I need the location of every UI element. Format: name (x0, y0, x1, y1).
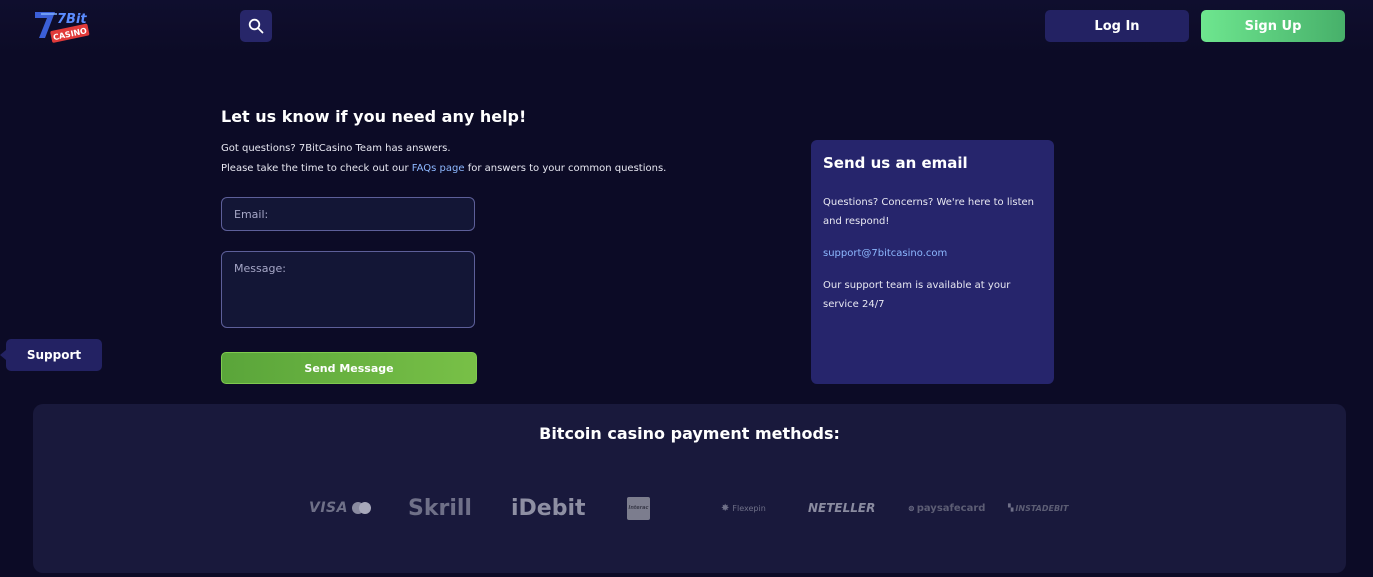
help-faq-suffix: for answers to your common questions. (464, 163, 667, 174)
help-heading: Let us know if you need any help! (221, 107, 527, 126)
email-field[interactable] (221, 197, 475, 231)
visa-logo-text: VISA (309, 500, 348, 516)
help-intro-text: Got questions? 7BitCasino Team has answe… (221, 143, 451, 154)
email-card-title: Send us an email (823, 154, 968, 172)
mastercard-circles-icon (351, 502, 371, 514)
flexepin-logo-text: Flexepin (732, 503, 766, 513)
skrill-logo-text: Skrill (408, 495, 472, 521)
email-contact-card: Send us an email Questions? Concerns? We… (811, 140, 1054, 384)
flexepin-icon: ✸ Flexepin (721, 502, 766, 514)
instadebit-icon: ▚ INSTADEBIT (1008, 503, 1069, 513)
interac-icon: Interac (627, 494, 650, 522)
email-card-availability: Our support team is available at your se… (823, 280, 1011, 310)
login-button[interactable]: Log In (1045, 10, 1189, 42)
help-faq-text: Please take the time to check out our FA… (221, 163, 666, 174)
faq-page-link[interactable]: FAQs page (412, 163, 465, 174)
payment-methods-section: Bitcoin casino payment methods: VISA Skr… (33, 404, 1346, 573)
search-button[interactable] (240, 10, 272, 42)
top-navigation-bar: 7Bit CASINO Log In Sign Up (0, 0, 1373, 54)
7bit-casino-logo-icon: 7Bit CASINO (35, 12, 90, 43)
support-tab-label: Support (26, 348, 82, 362)
visa-mastercard-icon: VISA (309, 494, 373, 522)
paysafecard-logo-text: paysafecard (916, 502, 986, 514)
login-label: Log In (1094, 18, 1140, 34)
payment-methods-title: Bitcoin casino payment methods: (539, 424, 840, 443)
help-faq-prefix: Please take the time to check out our (221, 163, 412, 174)
email-card-address-row: support@7bitcasino.com (823, 244, 1045, 263)
support-email-link[interactable]: support@7bitcasino.com (823, 248, 947, 259)
instadebit-logo-text: INSTADEBIT (1015, 503, 1069, 513)
signup-label: Sign Up (1244, 18, 1302, 34)
skrill-icon: Skrill (408, 494, 472, 522)
interac-logo-text: Interac (628, 505, 649, 511)
interac-badge: Interac (627, 496, 650, 520)
send-message-button[interactable]: Send Message (221, 352, 477, 384)
email-card-intro: Questions? Concerns? We're here to liste… (823, 197, 1035, 227)
neteller-logo-text: NETELLER (808, 501, 876, 515)
svg-text:CASINO: CASINO (52, 26, 88, 42)
signup-button[interactable]: Sign Up (1201, 10, 1345, 42)
search-icon (248, 18, 264, 34)
neteller-icon: NETELLER (808, 494, 875, 522)
idebit-logo-text: iDebit (511, 495, 586, 521)
message-field[interactable] (221, 251, 475, 328)
7bit-casino-logo[interactable]: 7Bit CASINO (33, 8, 91, 44)
idebit-icon: iDebit (511, 494, 586, 522)
support-tab[interactable]: Support (0, 339, 102, 371)
paysafecard-icon: ⊜ paysafecard (908, 502, 986, 514)
send-message-label: Send Message (304, 361, 394, 375)
